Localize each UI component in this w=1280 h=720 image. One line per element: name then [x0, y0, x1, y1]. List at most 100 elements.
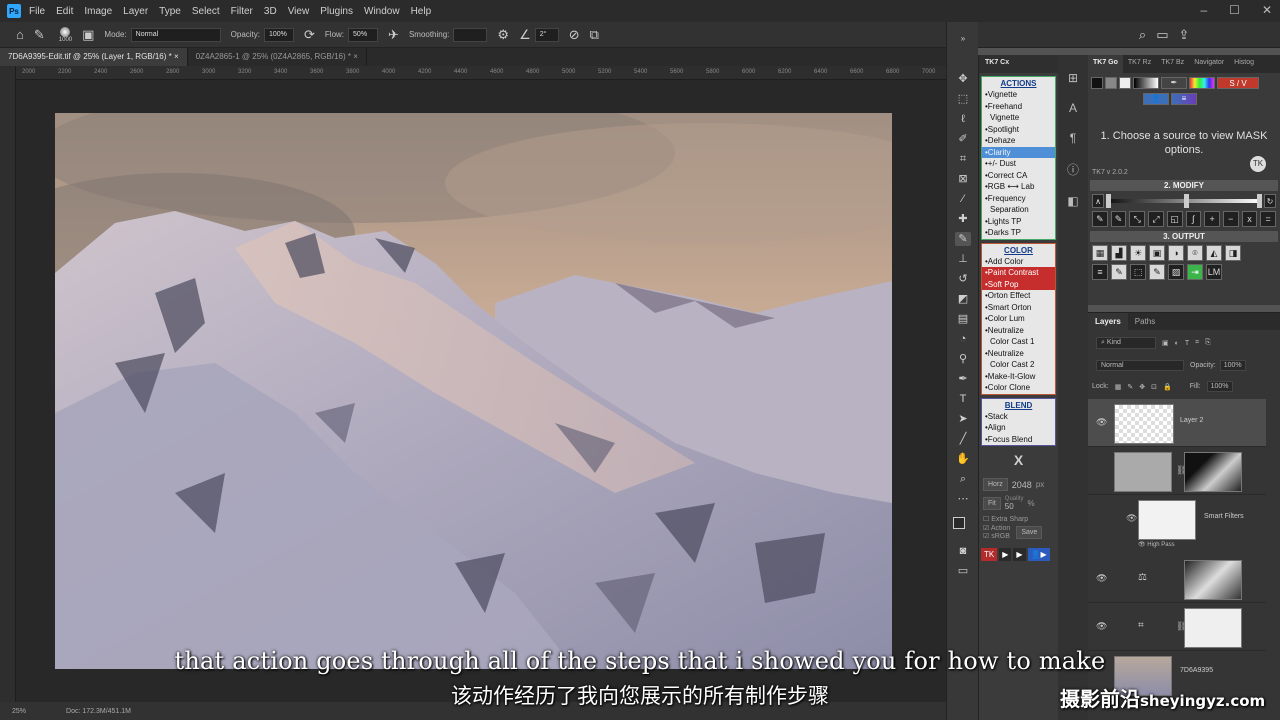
curve-icon[interactable]: ∫ [1185, 211, 1202, 227]
tab-tk7-bz[interactable]: TK7 Bz [1156, 55, 1189, 73]
character-icon[interactable]: A [1058, 101, 1088, 115]
color-soft-pop[interactable]: •Soft Pop [982, 278, 1055, 290]
quick-select-tool-icon[interactable]: ✐ [955, 132, 971, 146]
action-checkbox[interactable]: ☑ Action [983, 524, 1010, 532]
brush-tool-icon[interactable]: ✎ [34, 27, 45, 43]
menu-image[interactable]: Image [84, 6, 112, 17]
lasso-tool-icon[interactable]: ℓ [955, 112, 971, 126]
smoothing-settings-gear-icon[interactable]: ⚙ [497, 27, 509, 43]
healing-brush-tool-icon[interactable]: ✚ [955, 212, 971, 226]
export-size-value[interactable]: 2048 [1012, 480, 1032, 490]
menu-edit[interactable]: Edit [56, 6, 73, 17]
tk-button[interactable]: TK [981, 548, 998, 561]
smart-filters-label[interactable]: Smart Filters [1204, 513, 1244, 520]
modify-slider[interactable] [1106, 194, 1262, 208]
pen-tool-icon[interactable]: ✒ [955, 372, 971, 386]
fill-input[interactable]: 100% [1206, 381, 1233, 392]
tab-tk7-go[interactable]: TK7 Go [1088, 55, 1123, 73]
filter-adjustment-icon[interactable]: ◐ [1175, 340, 1179, 347]
maximize-icon[interactable]: ☐ [1229, 3, 1240, 17]
path-select-tool-icon[interactable]: ➤ [955, 412, 971, 426]
menu-3d[interactable]: 3D [264, 6, 277, 17]
slider-handle-middle[interactable] [1184, 194, 1189, 208]
tab-histogram[interactable]: Histog [1229, 55, 1259, 73]
white-source-icon[interactable] [1119, 77, 1131, 89]
blend-mode-select[interactable]: Normal [1096, 360, 1184, 371]
eraser-tool-icon[interactable]: ◩ [955, 292, 971, 306]
smart-filter-eye-icon[interactable]: 👁 [1126, 513, 1137, 524]
eyedropper-source-icon[interactable]: ✒ [1161, 77, 1187, 89]
more-tools-icon[interactable]: ⋯ [955, 492, 971, 506]
menu-filter[interactable]: Filter [231, 6, 253, 17]
visibility-eye-icon[interactable]: 👁 [1096, 621, 1107, 632]
angle-input[interactable]: 2° [534, 27, 559, 42]
user-source-icon[interactable]: 👤 [1143, 93, 1169, 105]
filter-shape-icon[interactable]: ⌗ [1195, 339, 1199, 347]
srgb-checkbox[interactable]: ☑ sRGB [983, 532, 1010, 540]
pressure-size-icon[interactable]: ⊘ [569, 27, 580, 43]
blur-tool-icon[interactable]: ◔ [955, 332, 971, 346]
menu-layer[interactable]: Layer [123, 6, 148, 17]
subtract-icon[interactable]: − [1222, 211, 1239, 227]
visibility-eye-icon[interactable]: 👁 [1096, 417, 1107, 428]
play-alt-icon[interactable]: ▶ [1013, 548, 1026, 561]
tk-logo-icon[interactable]: TK [1250, 155, 1266, 172]
cx-close-button[interactable]: X [979, 452, 1058, 468]
brush-settings-icon[interactable]: ▣ [82, 27, 94, 43]
play-icon[interactable]: ▶ [999, 548, 1012, 561]
user-play-icon[interactable]: 👤▶ [1027, 548, 1050, 561]
selection-icon[interactable]: ⬚ [1130, 264, 1146, 280]
action-frequency[interactable]: •Frequency [982, 193, 1055, 205]
document-image[interactable] [55, 113, 892, 669]
slider-handle-right[interactable] [1257, 194, 1262, 208]
filter-smart-icon[interactable]: ⎘ [1205, 339, 1211, 347]
filter-eye-icon[interactable]: 👁 [1138, 542, 1146, 548]
save-mask-icon[interactable]: ▣ [1149, 245, 1165, 261]
color-smart-orton[interactable]: •Smart Orton [982, 302, 1055, 314]
menu-view[interactable]: View [288, 6, 310, 17]
brush-contract-icon[interactable]: ⤢ [1148, 211, 1164, 227]
tab-document-2[interactable]: 0Z4A2865-1 @ 25% (0Z4A2865, RGB/16) * × [188, 48, 367, 66]
layer-row-layer-2[interactable]: 👁 Layer 2 [1088, 399, 1266, 447]
screen-mode-icon[interactable]: ▭ [955, 564, 971, 578]
layers-source-icon[interactable]: ≡ [1171, 93, 1197, 105]
properties-icon[interactable]: ◧ [1058, 194, 1088, 208]
layer-name[interactable]: Layer 2 [1180, 417, 1203, 424]
layer-row-smart-object[interactable]: ⛓ [1088, 447, 1266, 495]
triangle-up-icon[interactable]: ∧ [1092, 194, 1104, 208]
actions-title[interactable]: ACTIONS [982, 77, 1055, 89]
action-rgb-lab[interactable]: •RGB ⟷ Lab [982, 181, 1055, 193]
action-lights-tp[interactable]: •Lights TP [982, 216, 1055, 228]
menu-icon[interactable]: ≡ [1092, 264, 1108, 280]
gray-source-icon[interactable] [1105, 77, 1117, 89]
clone-stamp-tool-icon[interactable]: ⊥ [955, 252, 971, 266]
paragraph-icon[interactable]: ¶ [1058, 131, 1088, 145]
tab-close-icon[interactable]: × [174, 52, 179, 61]
brush-black-icon[interactable]: ✎ [1092, 211, 1108, 227]
color-color-lum[interactable]: •Color Lum [982, 313, 1055, 325]
tab-tk7-rz[interactable]: TK7 Rz [1123, 55, 1156, 73]
layer-row-curves[interactable]: 👁 ⌗ ⛓ [1088, 603, 1266, 651]
marquee-tool-icon[interactable]: ⬚ [955, 92, 971, 106]
black-source-icon[interactable] [1091, 77, 1103, 89]
color-neutralize-1[interactable]: •Neutralize [982, 325, 1055, 337]
menu-type[interactable]: Type [159, 6, 181, 17]
action-freehand[interactable]: •Freehand [982, 101, 1055, 113]
dodge-tool-icon[interactable]: ⚲ [955, 352, 971, 366]
blend-align[interactable]: •Align [982, 422, 1055, 434]
airbrush-icon[interactable]: ✈ [388, 27, 399, 43]
slider-handle-left[interactable] [1106, 194, 1111, 208]
close-icon[interactable]: ✕ [1262, 3, 1272, 17]
sv-button[interactable]: S / V [1217, 77, 1259, 89]
symmetry-icon[interactable]: ⧉ [590, 27, 599, 43]
filter-type-icon[interactable]: T [1185, 340, 1189, 347]
eyedropper-tool-icon[interactable]: ⁄ [955, 192, 971, 206]
smoothing-input[interactable] [453, 27, 488, 42]
action-clarity[interactable]: •Clarity [982, 146, 1055, 158]
blend-title[interactable]: BLEND [982, 399, 1055, 411]
menu-select[interactable]: Select [192, 6, 220, 17]
horz-button[interactable]: Horz [983, 478, 1008, 491]
libraries-icon[interactable]: ⊞ [1058, 71, 1088, 85]
quality-value[interactable]: 50 [1005, 502, 1024, 511]
color-orton-effect[interactable]: •Orton Effect [982, 290, 1055, 302]
